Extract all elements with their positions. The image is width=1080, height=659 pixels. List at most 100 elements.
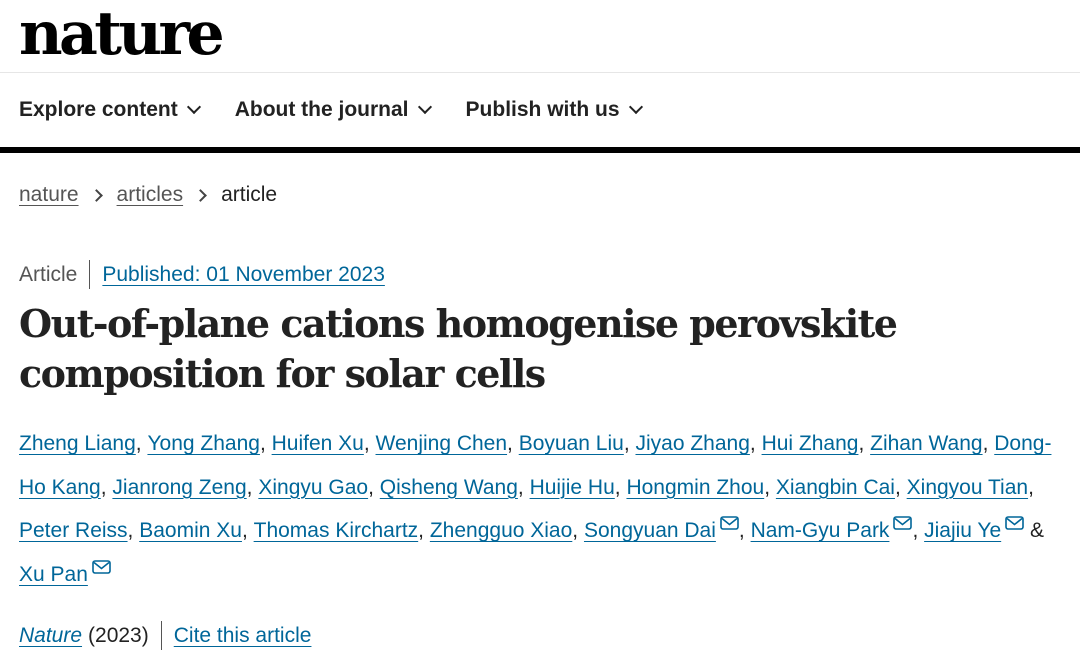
author-separator: , xyxy=(858,432,871,455)
envelope-icon[interactable] xyxy=(1005,516,1024,530)
author-item: Baomin Xu, xyxy=(139,519,253,542)
author-separator: , xyxy=(507,432,519,455)
author-item: Jiajiu Ye & xyxy=(924,516,1045,542)
breadcrumb-current: article xyxy=(221,183,278,206)
chevron-down-icon xyxy=(417,99,432,115)
author-link[interactable]: Peter Reiss xyxy=(19,519,128,542)
envelope-icon[interactable] xyxy=(92,559,111,574)
published-date-link[interactable]: Published: 01 November 2023 xyxy=(102,263,385,287)
author-separator: , xyxy=(363,432,376,455)
masthead: nature xyxy=(0,0,1080,73)
author-link[interactable]: Zihan Wang xyxy=(870,432,982,455)
author-link[interactable]: Zhengguo Xiao xyxy=(430,519,572,542)
author-link[interactable]: Hui Zhang xyxy=(762,432,859,455)
author-item: Huifen Xu, xyxy=(272,432,376,455)
author-item: Nam-Gyu Park, xyxy=(751,516,925,542)
author-link[interactable]: Songyuan Dai xyxy=(584,519,716,542)
author-separator: & xyxy=(1024,519,1045,542)
nav-about-the-journal[interactable]: About the journal xyxy=(234,98,432,122)
author-separator: , xyxy=(572,519,584,542)
author-item: Peter Reiss, xyxy=(19,519,139,542)
author-separator: , xyxy=(246,475,259,499)
breadcrumb: nature articles article xyxy=(19,183,277,207)
author-item: Hui Zhang, xyxy=(762,432,871,455)
author-separator: , xyxy=(764,475,776,499)
chevron-down-icon xyxy=(628,99,643,115)
author-item: Xiangbin Cai, xyxy=(776,476,907,499)
author-separator: , xyxy=(738,519,751,542)
author-item: Jianrong Zeng, xyxy=(112,476,258,499)
title-line-2: composition for solar cells xyxy=(19,351,546,396)
chevron-right-icon xyxy=(89,188,103,202)
chevron-down-icon xyxy=(186,99,201,115)
author-item: Songyuan Dai, xyxy=(584,516,751,542)
author-separator: , xyxy=(517,475,530,499)
author-list: Zheng Liang, Yong Zhang, Huifen Xu, Wenj… xyxy=(19,422,1064,596)
author-link[interactable]: Thomas Kirchartz xyxy=(254,519,419,542)
author-separator: , xyxy=(912,519,925,542)
envelope-icon[interactable] xyxy=(893,516,913,530)
author-separator: , xyxy=(241,519,254,542)
author-item: Boyuan Liu, xyxy=(519,432,636,455)
author-item: Thomas Kirchartz, xyxy=(254,519,430,542)
nav-label: About the journal xyxy=(234,98,409,121)
meta-divider xyxy=(89,260,91,289)
journal-link[interactable]: Nature xyxy=(19,624,82,648)
publication-year: (2023) xyxy=(88,623,149,647)
nav-explore-content[interactable]: Explore content xyxy=(19,98,201,122)
author-link[interactable]: Baomin Xu xyxy=(139,519,242,542)
author-item: Yong Zhang, xyxy=(147,432,271,455)
author-link[interactable]: Hongmin Zhou xyxy=(626,476,764,499)
author-link[interactable]: Xingyu Gao xyxy=(258,476,368,499)
article-type: Article xyxy=(19,262,78,286)
chevron-right-icon xyxy=(194,188,207,202)
nature-logo[interactable]: nature xyxy=(19,0,225,70)
author-separator: , xyxy=(982,432,995,455)
author-link[interactable]: Huijie Hu xyxy=(530,476,615,499)
article-meta: Article Published: 01 November 2023 xyxy=(19,260,385,289)
cite-article-link[interactable]: Cite this article xyxy=(174,624,312,648)
citation-divider xyxy=(160,621,162,650)
author-link[interactable]: Zheng Liang xyxy=(19,432,136,455)
envelope-icon[interactable] xyxy=(720,516,739,530)
author-item: Qisheng Wang, xyxy=(380,476,530,499)
nav-label: Publish with us xyxy=(465,98,620,121)
author-item: Zhengguo Xiao, xyxy=(430,519,584,542)
title-line-1: Out-of-plane cations homogenise perovski… xyxy=(19,301,898,346)
breadcrumb-link-nature[interactable]: nature xyxy=(19,183,79,207)
author-separator: , xyxy=(259,432,272,455)
nav-publish-with-us[interactable]: Publish with us xyxy=(465,98,643,122)
author-separator: , xyxy=(135,432,148,455)
breadcrumb-link-articles[interactable]: articles xyxy=(117,183,184,207)
author-link[interactable]: Huifen Xu xyxy=(272,432,364,455)
author-link[interactable]: Xu Pan xyxy=(19,563,88,586)
author-separator: , xyxy=(614,475,627,499)
author-separator: , xyxy=(1028,475,1034,499)
main-nav: Explore content About the journal Publis… xyxy=(0,73,1080,153)
author-link[interactable]: Qisheng Wang xyxy=(380,476,518,499)
author-items: Zheng Liang, Yong Zhang, Huifen Xu, Wenj… xyxy=(19,422,1064,596)
author-separator: , xyxy=(894,475,907,499)
author-link[interactable]: Jianrong Zeng xyxy=(112,476,246,499)
article-title: Out-of-plane cations homogenise perovski… xyxy=(19,299,1019,399)
author-item: Xingyu Gao, xyxy=(258,476,379,499)
citation-line: Nature (2023) Cite this article xyxy=(19,621,311,650)
author-link[interactable]: Nam-Gyu Park xyxy=(751,519,890,542)
author-link[interactable]: Wenjing Chen xyxy=(376,432,508,455)
author-link[interactable]: Xingyou Tian xyxy=(907,476,1028,499)
author-item: Huijie Hu, xyxy=(530,476,627,499)
author-item: Zihan Wang, xyxy=(870,432,994,455)
author-link[interactable]: Xiangbin Cai xyxy=(776,476,895,499)
author-separator: , xyxy=(623,432,636,455)
author-item: Xingyou Tian, xyxy=(907,476,1034,499)
author-link[interactable]: Jiyao Zhang xyxy=(635,432,749,455)
author-separator: , xyxy=(127,519,140,542)
author-separator: , xyxy=(368,475,380,499)
author-link[interactable]: Yong Zhang xyxy=(147,432,260,455)
author-link[interactable]: Boyuan Liu xyxy=(519,432,624,455)
author-item: Zheng Liang, xyxy=(19,432,147,455)
author-separator: , xyxy=(100,475,113,499)
author-link[interactable]: Jiajiu Ye xyxy=(924,519,1001,542)
author-item: Xu Pan xyxy=(19,559,111,586)
nav-label: Explore content xyxy=(19,98,178,121)
